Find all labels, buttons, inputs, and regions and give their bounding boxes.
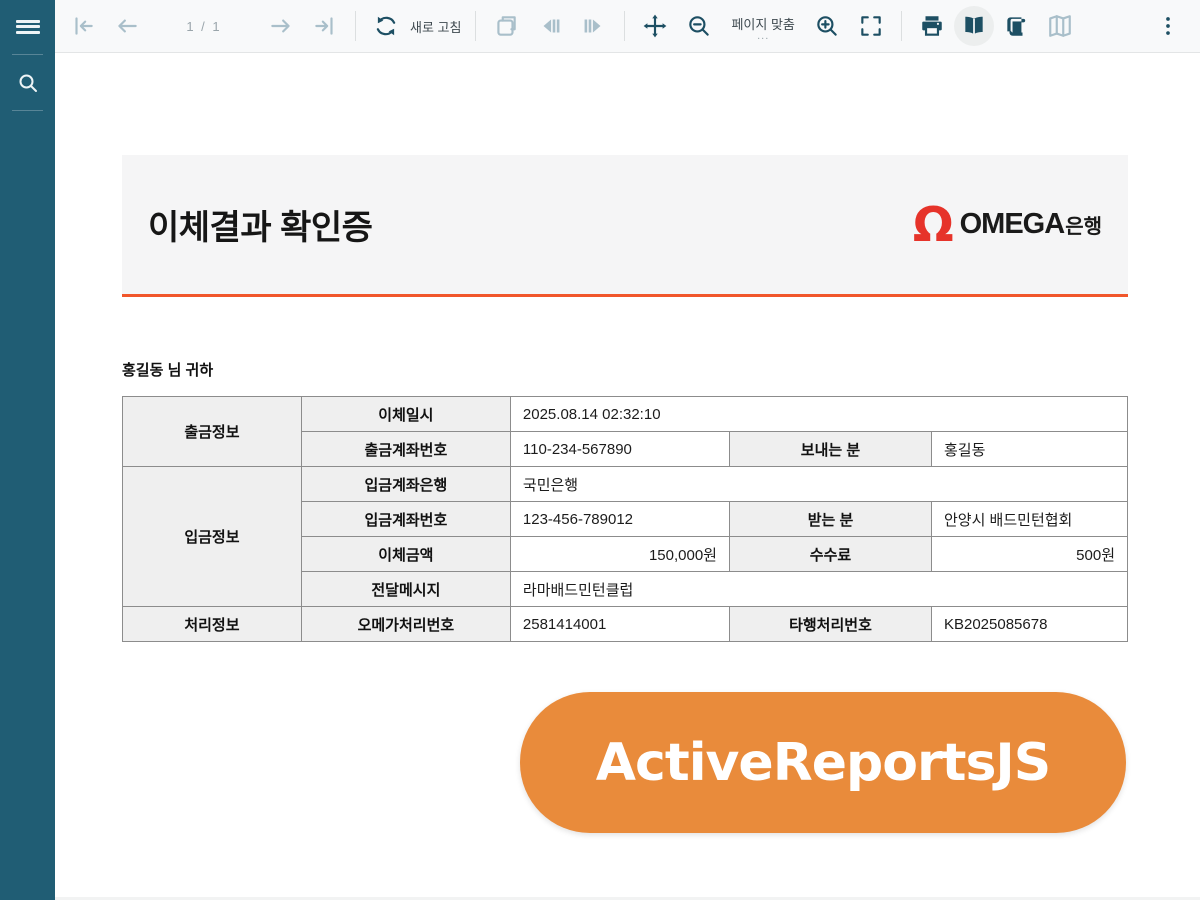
cancel-render-button[interactable]: [484, 6, 528, 46]
bank-name: OMEGA: [959, 208, 1066, 240]
table-cell-value: 2581414001: [509, 606, 730, 642]
table-cell-value: 500원: [930, 536, 1129, 572]
report-header-band: 이체결과 확인증 Ω OMEGA 은행: [122, 155, 1128, 294]
fullscreen-button[interactable]: [849, 6, 893, 46]
continuous-view-button[interactable]: [994, 6, 1038, 46]
sidebar-divider: [12, 110, 43, 111]
table-cell-group: 처리정보: [122, 606, 302, 642]
more-options-button[interactable]: [1146, 6, 1190, 46]
table-cell-value: 123-456-789012: [509, 501, 730, 537]
table-cell-label: 오메가처리번호: [300, 606, 511, 642]
header-accent-line: [122, 294, 1128, 297]
page-indicator[interactable]: 1 / 1: [149, 19, 259, 34]
report-title: 이체결과 확인증: [148, 209, 373, 247]
zoom-mode-ellipsis: ...: [757, 30, 770, 42]
refresh-label[interactable]: 새로 고침: [410, 17, 461, 36]
table-cell-label: 수수료: [728, 536, 932, 572]
toolbar: 1 / 1 새로 고침 페이지 맞춤 ...: [55, 0, 1200, 53]
single-page-view-button[interactable]: [953, 6, 994, 46]
table-cell-label: 전달메시지: [300, 571, 511, 607]
zoom-in-button[interactable]: [805, 6, 849, 46]
table-cell-label: 입금계좌번호: [300, 501, 511, 537]
table-row: 처리정보 오메가처리번호 2581414001 타행처리번호 KB2025085678: [122, 606, 1129, 642]
table-cell-label: 보내는 분: [728, 431, 932, 467]
move-tool-button[interactable]: [633, 6, 677, 46]
table-cell-value: KB2025085678: [930, 606, 1129, 642]
table-cell-label: 이체금액: [300, 536, 511, 572]
sidebar: [0, 0, 55, 900]
first-page-button[interactable]: [61, 6, 105, 46]
bank-logo: Ω OMEGA 은행: [913, 201, 1102, 249]
table-cell-label: 출금계좌번호: [300, 431, 511, 467]
menu-icon[interactable]: [0, 0, 55, 53]
table-cell-value: 2025.08.14 02:32:10: [509, 396, 1129, 432]
toolbar-separator: [624, 11, 626, 41]
prev-page-button[interactable]: [105, 6, 149, 46]
toolbar-separator: [475, 11, 477, 41]
refresh-button[interactable]: [364, 6, 408, 46]
recipient-greeting: 홍길동 님 귀하: [122, 362, 214, 379]
table-cell-value: 국민은행: [509, 466, 1129, 502]
next-page-button[interactable]: [259, 6, 303, 46]
table-cell-value: 라마배드민턴클럽: [509, 571, 1129, 607]
activereportsjs-badge: ActiveReportsJS: [520, 692, 1126, 833]
zoom-out-button[interactable]: [677, 6, 721, 46]
history-back-button[interactable]: [528, 6, 572, 46]
table-cell-group: 입금정보: [122, 466, 302, 607]
table-cell-label: 타행처리번호: [728, 606, 932, 642]
table-cell-group: 출금정보: [122, 396, 302, 467]
table-row: 출금정보 이체일시 2025.08.14 02:32:10: [122, 396, 1129, 467]
report-page: 이체결과 확인증 Ω OMEGA 은행 홍길동 님 귀하 출금정보 이체일시 202…: [55, 54, 1200, 900]
table-cell-value: 안양시 배드민턴협회: [930, 501, 1129, 537]
history-forward-button[interactable]: [572, 6, 616, 46]
galley-view-button[interactable]: [1038, 6, 1082, 46]
toolbar-separator: [900, 11, 902, 41]
table-cell-value: 110-234-567890: [509, 431, 730, 467]
table-row: 입금정보 입금계좌은행 국민은행: [122, 466, 1129, 607]
sidebar-divider: [12, 54, 43, 55]
print-button[interactable]: [910, 6, 954, 46]
zoom-mode-dropdown[interactable]: 페이지 맞춤 ...: [731, 14, 794, 42]
table-cell-value: 150,000원: [509, 536, 730, 572]
table-cell-label: 입금계좌은행: [300, 466, 511, 502]
table-cell-label: 이체일시: [300, 396, 511, 432]
activereportsjs-badge-label: ActiveReportsJS: [595, 732, 1051, 793]
table-cell-value: 홍길동: [930, 431, 1129, 467]
omega-logo-icon: Ω: [912, 196, 954, 253]
bank-name-suffix: 은행: [1065, 216, 1102, 238]
last-page-button[interactable]: [303, 6, 347, 46]
table-cell-label: 받는 분: [728, 501, 932, 537]
search-icon[interactable]: [0, 56, 55, 109]
transfer-details-table: 출금정보 이체일시 2025.08.14 02:32:10 출금계좌번호 110-234…: [122, 396, 1129, 642]
toolbar-separator: [355, 11, 356, 41]
